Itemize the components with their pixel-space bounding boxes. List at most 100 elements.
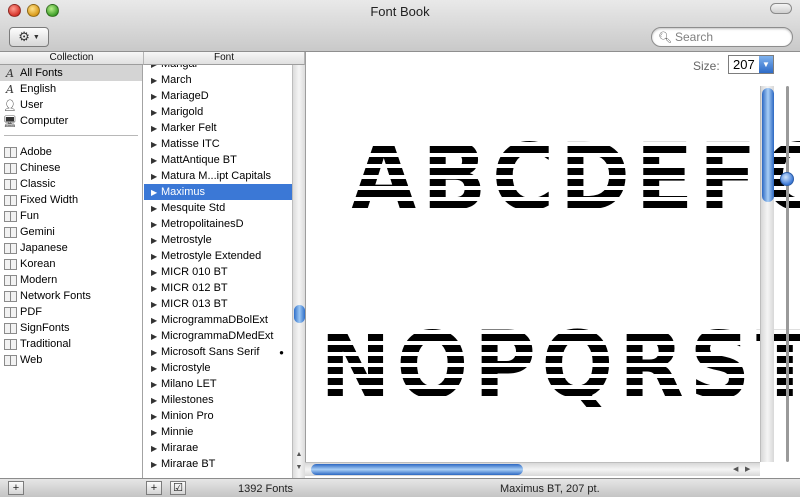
search-input[interactable] (674, 30, 785, 44)
collection-item[interactable]: Web (0, 352, 142, 368)
font-list-scrollbar[interactable]: ▲ ▼ (292, 65, 305, 478)
font-family-row[interactable]: ▶ Marigold (144, 104, 292, 120)
collection-item[interactable]: Adobe (0, 144, 142, 160)
enable-font-checkbox[interactable]: ☑ (170, 481, 186, 495)
collection-item[interactable]: Traditional (0, 336, 142, 352)
font-family-row[interactable]: ▶ MICR 012 BT (144, 280, 292, 296)
collection-list: A All Fonts A English 👤︎ User 🖥︎ Compute… (0, 65, 143, 478)
collection-item-computer[interactable]: 🖥︎ Computer (0, 113, 142, 129)
disclosure-triangle-icon[interactable]: ▶ (151, 348, 161, 357)
disclosure-triangle-icon[interactable]: ▶ (151, 428, 161, 437)
scroll-up-arrow-icon[interactable]: ▲ (293, 451, 305, 458)
collection-item[interactable]: Fixed Width (0, 192, 142, 208)
font-family-row[interactable]: ▶ MariageD (144, 88, 292, 104)
font-family-row[interactable]: ▶ Microstyle (144, 360, 292, 376)
search-field[interactable]: 🔍︎ (651, 27, 793, 47)
collection-item[interactable]: PDF (0, 304, 142, 320)
disclosure-triangle-icon[interactable]: ▶ (151, 172, 161, 181)
collection-item[interactable]: Chinese (0, 160, 142, 176)
collection-item[interactable]: Network Fonts (0, 288, 142, 304)
collection-label: User (20, 99, 44, 111)
collection-item[interactable]: Classic (0, 176, 142, 192)
collection-item-user[interactable]: 👤︎ User (0, 97, 142, 113)
disclosure-triangle-icon[interactable]: ▶ (151, 460, 161, 469)
disclosure-triangle-icon[interactable]: ▶ (151, 188, 161, 197)
font-family-row[interactable]: ▶ Microsoft Sans Serif ● (144, 344, 292, 360)
disclosure-triangle-icon[interactable]: ▶ (151, 412, 161, 421)
font-family-label: Marker Felt (161, 122, 217, 134)
disclosure-triangle-icon[interactable]: ▶ (151, 76, 161, 85)
font-family-row[interactable]: ▶ Milano LET (144, 376, 292, 392)
action-menu-button[interactable]: ⚙ ▼ (9, 27, 49, 47)
add-collection-button[interactable]: + (8, 481, 24, 495)
collection-item[interactable]: Modern (0, 272, 142, 288)
preview-horizontal-scroll-thumb[interactable] (311, 464, 523, 475)
size-slider-knob[interactable] (780, 172, 794, 186)
font-family-row[interactable]: ▶ Matura M...ipt Capitals (144, 168, 292, 184)
disclosure-triangle-icon[interactable]: ▶ (151, 380, 161, 389)
disclosure-triangle-icon[interactable]: ▶ (151, 364, 161, 373)
disclosure-triangle-icon[interactable]: ▶ (151, 92, 161, 101)
font-list-scroll-thumb[interactable] (294, 305, 305, 323)
font-family-row[interactable]: ▶ Metrostyle Extended (144, 248, 292, 264)
font-family-row[interactable]: ▶ Maximus (144, 184, 292, 200)
font-column-header[interactable]: Font (144, 52, 305, 65)
font-family-row[interactable]: ▶ Marker Felt (144, 120, 292, 136)
disclosure-triangle-icon[interactable]: ▶ (151, 140, 161, 149)
disclosure-triangle-icon[interactable]: ▶ (151, 252, 161, 261)
preview-horizontal-scrollbar[interactable]: ◀ ▶ (305, 462, 760, 476)
font-family-row[interactable]: ▶ March (144, 72, 292, 88)
font-family-row[interactable]: ▶ Mesquite Std (144, 200, 292, 216)
font-family-row[interactable]: ▶ Mirarae BT (144, 456, 292, 472)
font-family-row[interactable]: ▶ MicrogrammaDMedExt (144, 328, 292, 344)
disclosure-triangle-icon[interactable]: ▶ (151, 332, 161, 341)
collection-item-english[interactable]: A English (0, 81, 142, 97)
collection-book-icon (3, 273, 17, 287)
collection-item[interactable]: Fun (0, 208, 142, 224)
disclosure-triangle-icon[interactable]: ▶ (151, 300, 161, 309)
chevron-down-icon[interactable]: ▼ (759, 56, 773, 73)
font-family-row[interactable]: ▶ Metrostyle (144, 232, 292, 248)
collection-column-header[interactable]: Collection (0, 52, 144, 65)
font-family-row[interactable]: ▶ MetropolitainesD (144, 216, 292, 232)
disclosure-triangle-icon[interactable]: ▶ (151, 108, 161, 117)
disclosure-triangle-icon[interactable]: ▶ (151, 65, 161, 69)
disclosure-triangle-icon[interactable]: ▶ (151, 284, 161, 293)
disclosure-triangle-icon[interactable]: ▶ (151, 236, 161, 245)
collection-item[interactable]: Gemini (0, 224, 142, 240)
scroll-down-arrow-icon[interactable]: ▼ (293, 464, 305, 471)
font-family-row[interactable]: ▶ MICR 010 BT (144, 264, 292, 280)
scroll-right-arrow-icon[interactable]: ▶ (745, 463, 750, 476)
disclosure-triangle-icon[interactable]: ▶ (151, 220, 161, 229)
collection-label: Adobe (20, 146, 52, 158)
font-family-row[interactable]: ▶ Matisse ITC (144, 136, 292, 152)
scroll-left-arrow-icon[interactable]: ◀ (733, 463, 738, 476)
font-family-row[interactable]: ▶Mangal (144, 65, 292, 72)
font-family-row[interactable]: ▶ Minnie (144, 424, 292, 440)
disclosure-triangle-icon[interactable]: ▶ (151, 316, 161, 325)
font-family-row[interactable]: ▶ MicrogrammaDBolExt (144, 312, 292, 328)
font-family-row[interactable]: ▶ Minion Pro (144, 408, 292, 424)
size-combobox[interactable]: 207 ▼ (728, 55, 774, 74)
disclosure-triangle-icon[interactable]: ▶ (151, 444, 161, 453)
toolbar-toggle-button[interactable] (770, 3, 792, 14)
collection-item[interactable]: Korean (0, 256, 142, 272)
disclosure-triangle-icon[interactable]: ▶ (151, 156, 161, 165)
preview-glyphs-line-2: NOPQRST (320, 312, 800, 419)
preview-vertical-scroll-thumb[interactable] (762, 88, 774, 202)
disclosure-triangle-icon[interactable]: ▶ (151, 396, 161, 405)
font-family-row[interactable]: ▶ MattAntique BT (144, 152, 292, 168)
collection-item[interactable]: SignFonts (0, 320, 142, 336)
disclosure-triangle-icon[interactable]: ▶ (151, 268, 161, 277)
collection-item-all-fonts[interactable]: A All Fonts (0, 65, 142, 81)
disclosure-triangle-icon[interactable]: ▶ (151, 124, 161, 133)
font-family-label: Marigold (161, 106, 204, 118)
preview-vertical-scrollbar[interactable] (760, 86, 774, 462)
font-family-row[interactable]: ▶ Milestones (144, 392, 292, 408)
collection-item[interactable]: Japanese (0, 240, 142, 256)
font-family-row[interactable]: ▶ Mirarae (144, 440, 292, 456)
add-font-button[interactable]: + (146, 481, 162, 495)
disclosure-triangle-icon[interactable]: ▶ (151, 204, 161, 213)
font-family-row[interactable]: ▶ MICR 013 BT (144, 296, 292, 312)
size-slider-track[interactable] (786, 86, 789, 462)
